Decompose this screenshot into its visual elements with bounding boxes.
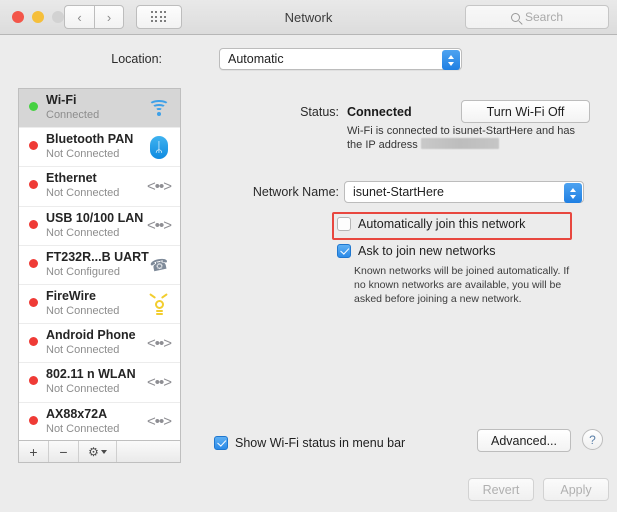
search-placeholder: Search (524, 10, 564, 24)
help-button[interactable]: ? (582, 429, 603, 450)
service-name: 802.11 n WLAN (46, 367, 136, 382)
status-label: Status: (300, 105, 339, 119)
apply-button[interactable]: Apply (543, 478, 609, 501)
service-row[interactable]: Wi-Fi Connected (19, 89, 180, 129)
ethernet-icon: <••> (146, 217, 172, 235)
revert-button[interactable]: Revert (468, 478, 534, 501)
service-state: Not Configured (46, 265, 120, 278)
remove-service-button[interactable]: − (49, 441, 79, 462)
service-row[interactable]: Ethernet Not Connected <••> (19, 167, 180, 207)
network-name-select[interactable]: isunet-StartHere (344, 181, 584, 203)
status-indicator-dot (29, 337, 38, 347)
service-icon (146, 292, 172, 316)
toolbar-filler (117, 441, 180, 462)
ask-join-label: Ask to join new networks (358, 244, 496, 258)
service-icon: <••> (146, 214, 172, 238)
service-state: Not Connected (46, 344, 120, 357)
advanced-button[interactable]: Advanced... (477, 429, 571, 452)
add-service-button[interactable]: + (19, 441, 49, 462)
service-state: Not Connected (46, 226, 120, 239)
status-indicator-dot (29, 219, 38, 229)
show-status-checkbox-row[interactable]: Show Wi-Fi status in menu bar (214, 436, 405, 450)
service-row[interactable]: Bluetooth PAN Not Connected ᛦ (19, 128, 180, 168)
service-icon: <••> (146, 370, 172, 394)
service-name: USB 10/100 LAN (46, 210, 144, 225)
status-indicator-dot (29, 102, 38, 111)
location-label: Location: (111, 52, 162, 66)
services-toolbar: + − ⚙ (18, 441, 181, 463)
service-icon: <••> (146, 174, 172, 198)
location-row: Location: Automatic (0, 48, 617, 74)
ethernet-icon: <••> (146, 334, 172, 352)
firewire-icon (148, 293, 169, 316)
ethernet-icon: <••> (146, 373, 172, 391)
service-icon: ☎ (146, 253, 172, 277)
service-name: AX88x72A (46, 406, 108, 421)
service-name: FT232R...B UART (46, 249, 149, 264)
service-row[interactable]: FireWire Not Connected (19, 285, 180, 325)
network-services-list[interactable]: Wi-Fi Connected Bluetooth PAN Not Connected… (18, 88, 181, 441)
service-state: Not Connected (46, 304, 120, 317)
ask-join-description: Known networks will be joined automatica… (354, 265, 570, 305)
redacted-ip-address (420, 138, 499, 149)
footer-bar: Revert Apply (0, 468, 617, 512)
ask-join-checkbox-row[interactable]: Ask to join new networks (337, 244, 496, 258)
status-description: Wi-Fi is connected to isunet-StartHere a… (347, 124, 591, 152)
service-row[interactable]: Android Phone Not Connected <••> (19, 324, 180, 364)
service-name: Android Phone (46, 328, 136, 343)
show-status-label: Show Wi-Fi status in menu bar (235, 436, 406, 450)
wifi-icon (148, 100, 170, 116)
location-select[interactable]: Automatic (219, 48, 462, 70)
ethernet-icon: <••> (146, 177, 172, 195)
chevron-updown-icon (564, 183, 582, 203)
service-state: Not Connected (46, 422, 120, 435)
service-row[interactable]: FT232R...B UART Not Configured ☎ (19, 246, 180, 285)
network-name-value: isunet-StartHere (353, 185, 445, 199)
status-indicator-dot (29, 376, 38, 386)
chevron-down-icon (100, 449, 107, 454)
status-indicator-dot (29, 415, 38, 425)
service-state: Not Connected (46, 148, 120, 161)
service-row[interactable]: USB 10/100 LAN Not Connected <••> (19, 207, 180, 246)
turn-wifi-off-button[interactable]: Turn Wi-Fi Off (461, 100, 590, 123)
gear-icon: ⚙ (88, 444, 99, 459)
auto-join-checkbox[interactable] (337, 217, 351, 231)
service-state: Connected (46, 109, 100, 121)
show-status-checkbox[interactable] (214, 436, 228, 450)
search-icon (510, 12, 520, 22)
service-icon: <••> (146, 331, 172, 355)
service-state: Not Connected (46, 187, 120, 200)
chevron-updown-icon (442, 50, 460, 70)
service-row[interactable]: AX88x72A Not Connected <••> (19, 403, 180, 441)
status-indicator-dot (29, 258, 38, 268)
service-state: Not Connected (46, 383, 120, 396)
service-name: FireWire (46, 288, 96, 303)
search-input[interactable]: Search (465, 5, 609, 29)
status-indicator-dot (29, 180, 38, 190)
service-icon (146, 96, 172, 120)
ethernet-icon: <••> (146, 413, 172, 430)
status-indicator-dot (29, 297, 38, 307)
wifi-detail-pane: Status: Connected Turn Wi-Fi Off Wi-Fi i… (193, 88, 603, 463)
status-value: Connected (347, 105, 412, 119)
service-icon: ᛦ (146, 135, 172, 159)
service-icon: <••> (146, 410, 172, 434)
service-name: Ethernet (46, 171, 97, 186)
ask-join-checkbox[interactable] (337, 244, 351, 258)
service-row[interactable]: 802.11 n WLAN Not Connected <••> (19, 363, 180, 403)
auto-join-checkbox-row[interactable]: Automatically join this network (337, 217, 525, 231)
network-name-label: Network Name: (252, 185, 339, 199)
title-bar: ‹ › Network Search (0, 0, 617, 35)
service-actions-button[interactable]: ⚙ (79, 441, 117, 462)
modem-icon: ☎ (148, 254, 171, 276)
status-indicator-dot (29, 141, 38, 151)
network-preferences-window: ‹ › Network Search Location: Automatic W… (0, 0, 617, 512)
location-value: Automatic (228, 52, 284, 66)
auto-join-label: Automatically join this network (358, 217, 526, 231)
bluetooth-icon: ᛦ (150, 135, 168, 159)
service-name: Wi-Fi (46, 93, 77, 107)
service-name: Bluetooth PAN (46, 132, 134, 147)
